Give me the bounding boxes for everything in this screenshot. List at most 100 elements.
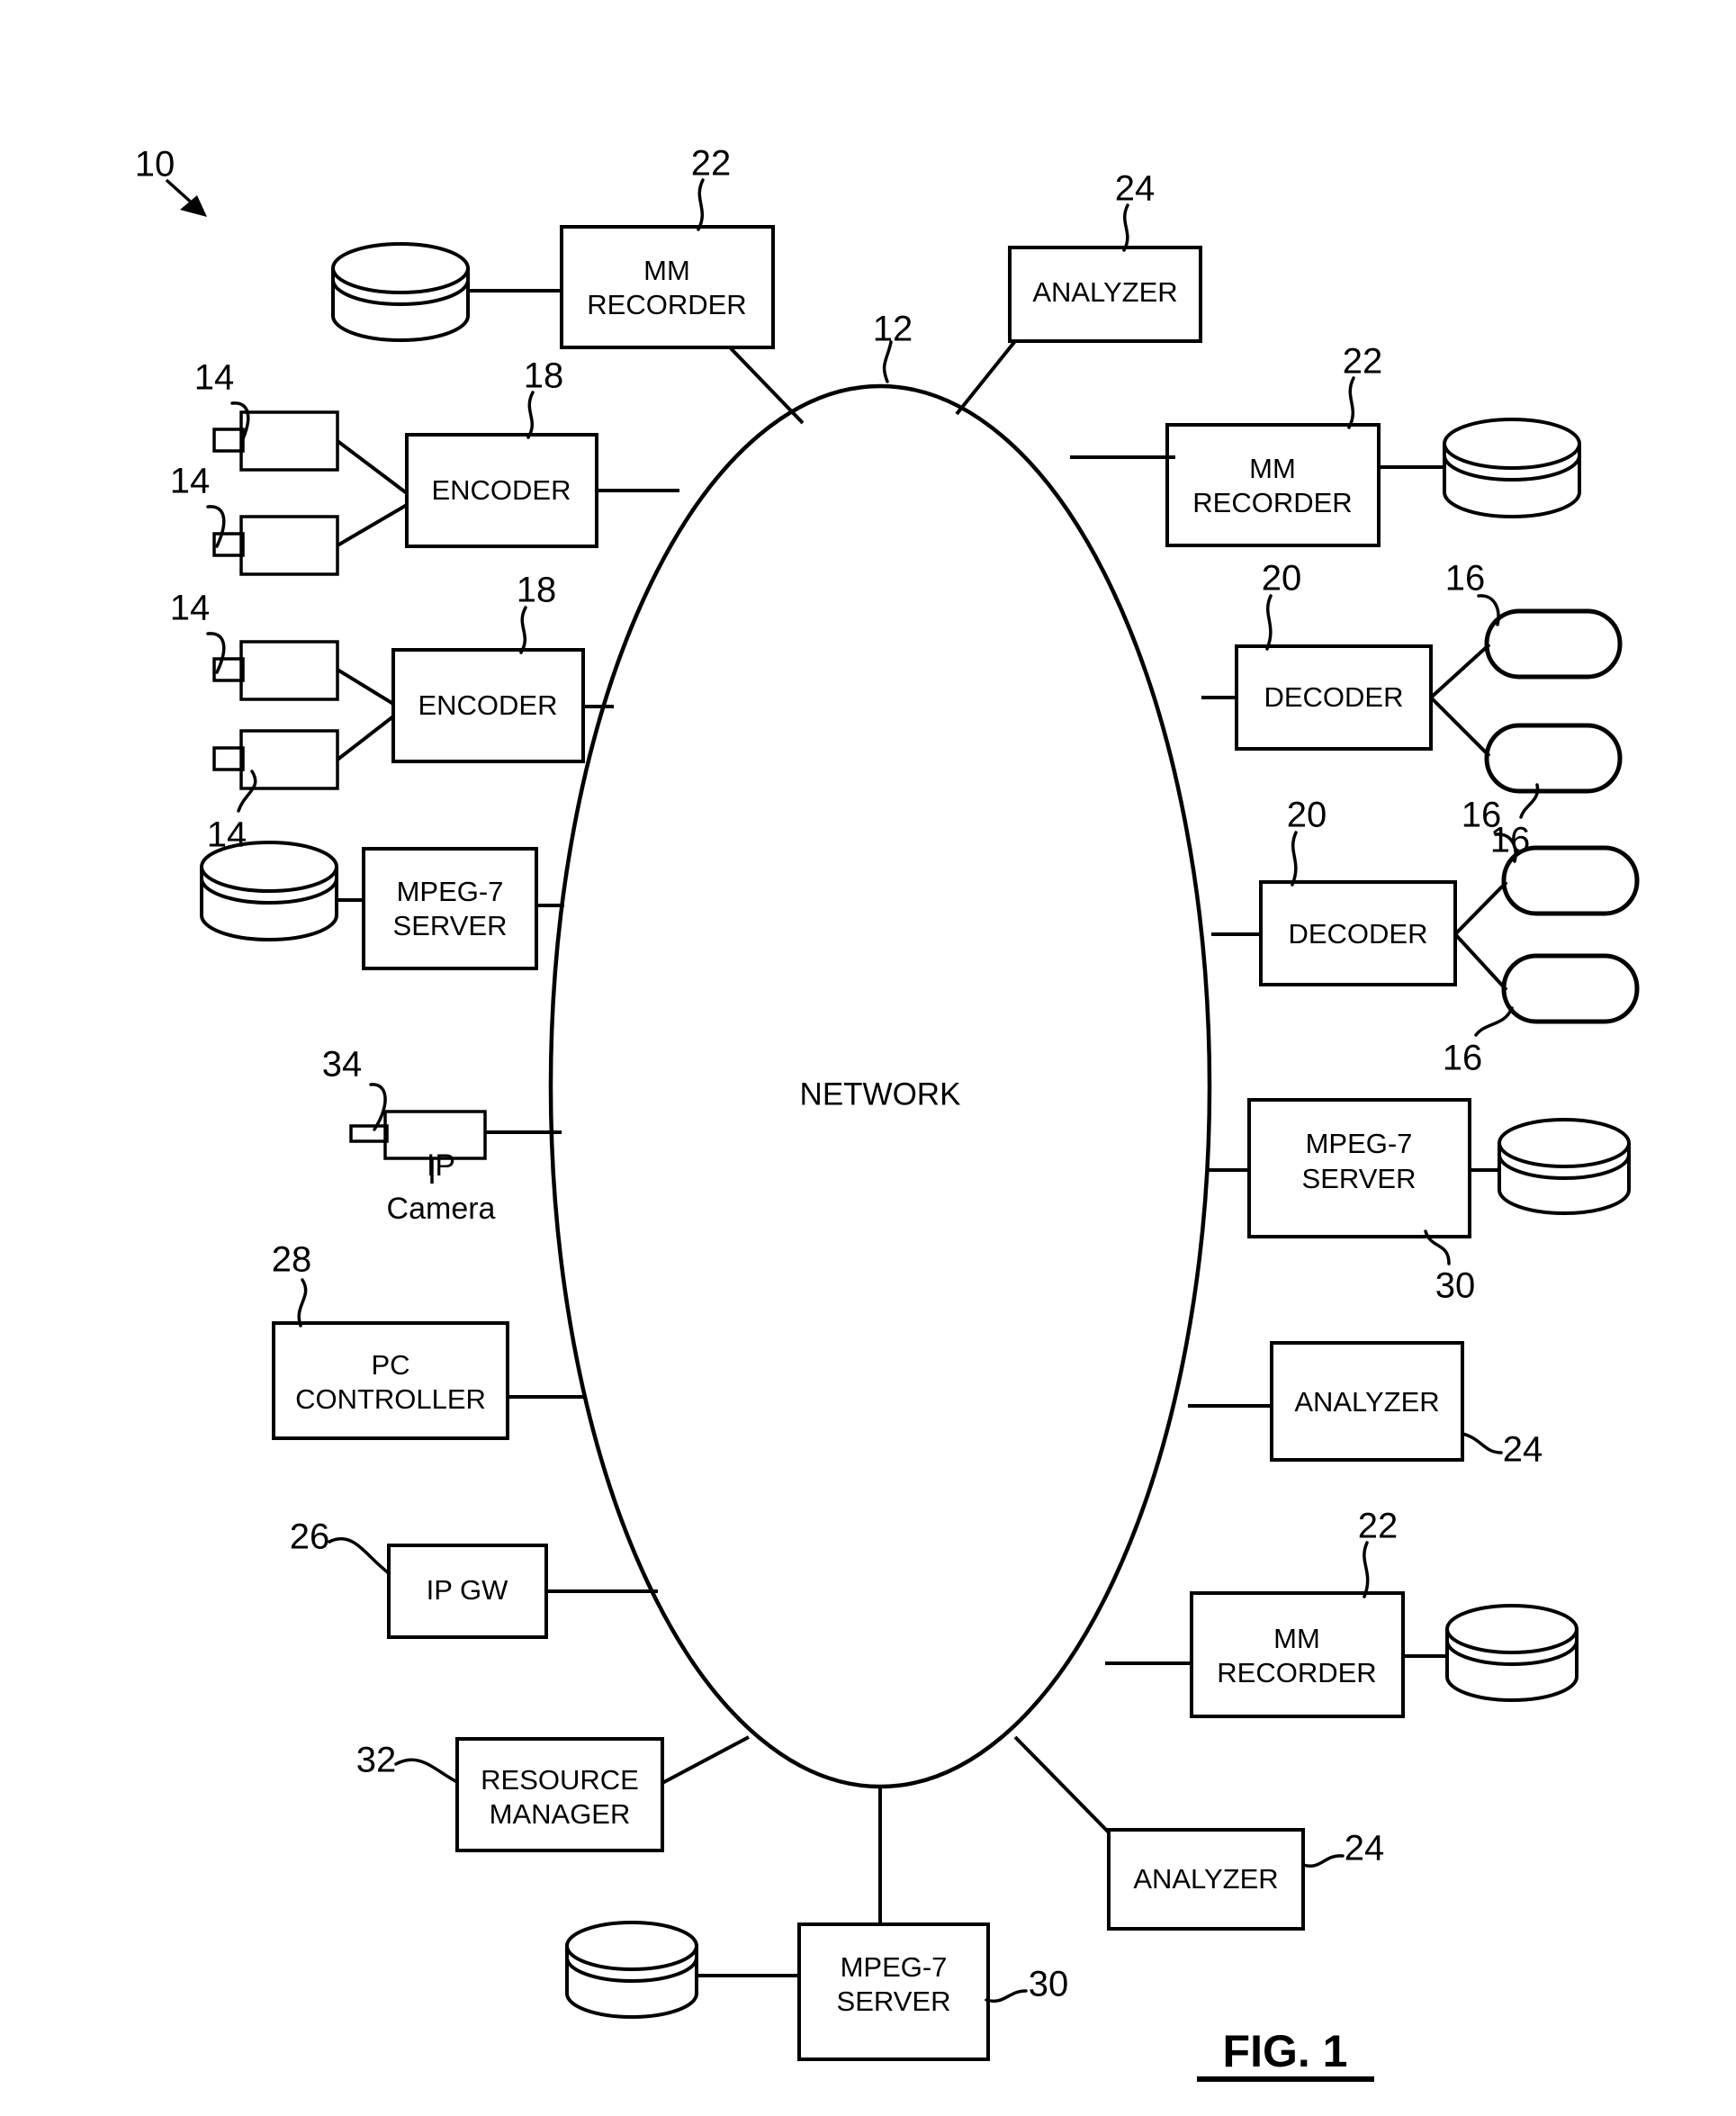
ip-gw-label: IP GW [427, 1574, 508, 1606]
monitor-1[interactable] [1484, 608, 1623, 680]
link-camera1-encoder-upper [336, 439, 409, 495]
leader-camera-3 [206, 632, 226, 674]
camera-3[interactable] [212, 640, 339, 701]
ref-ip-gw: 26 [290, 1517, 330, 1557]
leader-resource-manager [394, 1758, 459, 1784]
leader-analyzer-mid-right [1461, 1432, 1503, 1454]
ref-pc-controller: 28 [272, 1240, 312, 1280]
ref-mm-recorder-bottom-right: 22 [1358, 1507, 1399, 1546]
mpeg7-server-left-box[interactable] [362, 847, 538, 970]
monitor-2[interactable] [1484, 723, 1623, 794]
mm-recorder-bottom-right-label-1: MM [1273, 1623, 1320, 1654]
ref-analyzer-top: 24 [1115, 169, 1156, 209]
mpeg7-server-right-label-2: SERVER [1302, 1163, 1417, 1194]
link-network-analyzer-br [1013, 1735, 1111, 1834]
ref-mm-recorder-top-right: 22 [1343, 342, 1383, 382]
pc-controller-label-2: CONTROLLER [295, 1383, 486, 1415]
leader-ip-camera [369, 1083, 387, 1131]
disk-icon-mm-recorder-bottom-right [1445, 1604, 1579, 1702]
mm-recorder-top-left-box[interactable] [560, 225, 775, 349]
ref-camera-1: 14 [194, 358, 235, 398]
camera-2[interactable] [212, 515, 339, 576]
ip-camera[interactable] [349, 1110, 487, 1184]
diagram-canvas: NETWORK 12 10 MM RECORDER 22 ANALYZER 24 [135, 144, 1640, 2082]
disk-icon-mm-recorder-top-right [1443, 418, 1581, 518]
mpeg7-server-left-label-1: MPEG-7 [397, 876, 504, 907]
mpeg7-server-left-label-2: SERVER [393, 910, 508, 941]
mpeg7-server-bottom-label-1: MPEG-7 [841, 1951, 948, 1983]
leader-mm-recorder-top-right [1347, 376, 1355, 429]
leader-mpeg7-server-bottom [985, 1989, 1028, 2003]
monitor-4[interactable] [1501, 953, 1640, 1024]
leader-encoder-upper [526, 391, 535, 439]
ref-decoder-lower: 20 [1287, 796, 1327, 835]
link-analyzer-top-network [955, 339, 1017, 416]
figure-caption: FIG. 1 [1223, 2026, 1348, 2076]
ref-resource-manager: 32 [356, 1741, 397, 1780]
system-ref-arrow [166, 179, 207, 217]
decoder-upper-label: DECODER [1264, 681, 1403, 713]
network-label: NETWORK [800, 1076, 961, 1112]
leader-mm-recorder-top-left [697, 178, 705, 231]
leader-ip-gw [328, 1536, 391, 1575]
mm-recorder-bottom-right-label-2: RECORDER [1217, 1657, 1376, 1688]
mm-recorder-top-left-label-1: MM [643, 255, 690, 286]
encoder-lower-label: ENCODER [418, 689, 557, 721]
disk-icon-mpeg7-server-left [200, 841, 338, 941]
pc-controller-label-1: PC [371, 1349, 409, 1381]
leader-monitor-4 [1474, 1006, 1514, 1037]
ref-mpeg7-server-bottom: 30 [1029, 1965, 1069, 2004]
ref-ip-camera: 34 [322, 1045, 363, 1085]
mm-recorder-top-left-label-2: RECORDER [587, 289, 746, 320]
ref-monitor-4: 16 [1443, 1039, 1483, 1078]
disk-icon-mpeg7-server-right [1498, 1118, 1631, 1215]
disk-icon-mpeg7-server-bottom [565, 1921, 698, 2019]
link-decoder-upper-monitor1 [1429, 643, 1491, 699]
mpeg7-server-right-label-1: MPEG-7 [1306, 1128, 1413, 1159]
mpeg7-server-bottom-label-2: SERVER [837, 1985, 951, 2017]
ref-mm-recorder-top-left: 22 [691, 144, 732, 184]
leader-encoder-lower [519, 606, 527, 654]
decoder-lower-label: DECODER [1288, 918, 1427, 950]
ref-mpeg7-server-right: 30 [1435, 1266, 1476, 1306]
resource-manager-label-2: MANAGER [490, 1798, 631, 1830]
mm-recorder-top-right-box[interactable] [1165, 423, 1381, 547]
mm-recorder-bottom-right-box[interactable] [1190, 1591, 1405, 1718]
camera-1[interactable] [212, 410, 339, 472]
link-decoder-lower-monitor4 [1453, 932, 1508, 992]
leader-analyzer-bottom-right [1301, 1854, 1345, 1868]
ref-network: 12 [873, 310, 913, 349]
resource-manager-label-1: RESOURCE [481, 1764, 639, 1796]
ip-camera-label-2: Camera [387, 1192, 496, 1226]
mm-recorder-top-right-label-1: MM [1249, 453, 1296, 484]
ref-camera-3: 14 [170, 589, 211, 628]
analyzer-mid-right-label: ANALYZER [1294, 1386, 1439, 1418]
ref-encoder-upper: 18 [524, 356, 564, 396]
ref-monitor-1: 16 [1445, 559, 1486, 599]
disk-icon-mm-recorder-top-left [331, 242, 470, 342]
encoder-upper-label: ENCODER [431, 474, 571, 506]
leader-mm-recorder-bottom-right [1363, 1541, 1370, 1598]
ref-encoder-lower: 18 [517, 571, 557, 610]
link-camera3-encoder-lower [336, 668, 395, 706]
leader-decoder-upper [1265, 594, 1273, 651]
ref-analyzer-bottom-right: 24 [1345, 1829, 1385, 1868]
ref-decoder-upper: 20 [1262, 559, 1302, 599]
ref-system: 10 [135, 145, 175, 185]
leader-decoder-lower [1291, 831, 1298, 887]
leader-analyzer-top [1122, 203, 1129, 252]
link-mmrec-tl-network [728, 346, 805, 425]
analyzer-bottom-right-label: ANALYZER [1133, 1863, 1278, 1895]
analyzer-top-label: ANALYZER [1032, 276, 1177, 308]
link-resource-manager-network [661, 1735, 750, 1785]
mm-recorder-top-right-label-2: RECORDER [1192, 487, 1352, 518]
leader-camera-2 [206, 505, 226, 548]
camera-4[interactable] [212, 729, 339, 790]
ip-camera-label-1: IP [427, 1148, 455, 1183]
ref-monitor-3: 16 [1462, 796, 1502, 835]
link-decoder-lower-monitor3 [1453, 880, 1508, 936]
link-decoder-upper-monitor2 [1429, 696, 1491, 758]
link-camera2-encoder-upper [336, 503, 409, 547]
ref-camera-2: 14 [170, 462, 211, 501]
patent-figure: NETWORK 12 10 MM RECORDER 22 ANALYZER 24 [0, 0, 1736, 2116]
